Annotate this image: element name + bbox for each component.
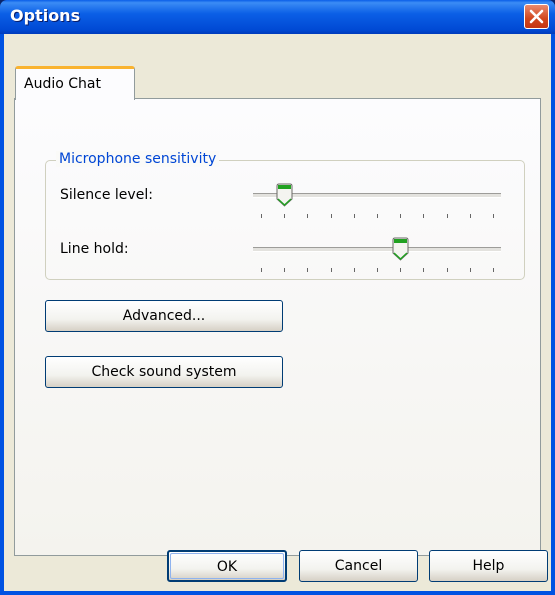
silence-level-slider[interactable]: [253, 181, 501, 221]
slider-tick: [400, 214, 401, 218]
silence-level-label: Silence level:: [60, 187, 153, 203]
line-hold-slider[interactable]: [253, 233, 501, 273]
slider-tick: [470, 268, 471, 272]
slider-tick: [354, 214, 355, 218]
options-dialog: Options Audio Chat Microphone sensitivit…: [0, 0, 555, 595]
slider-tick: [307, 214, 308, 218]
help-button[interactable]: Help: [429, 550, 548, 582]
slider-tick: [423, 268, 424, 272]
slider-tick: [354, 268, 355, 272]
close-button[interactable]: [524, 4, 549, 29]
slider-thumb[interactable]: [276, 183, 293, 207]
ok-button[interactable]: OK: [167, 550, 287, 582]
window-frame-right: [551, 34, 555, 595]
slider-tick: [261, 214, 262, 218]
slider-ticks: [261, 214, 494, 220]
slider-tick: [400, 268, 401, 272]
slider-tick: [493, 214, 494, 218]
slider-tick: [331, 214, 332, 218]
window-frame-bottom: [0, 591, 555, 595]
slider-tick: [447, 214, 448, 218]
slider-thumb[interactable]: [392, 237, 409, 261]
slider-tick: [377, 268, 378, 272]
slider-tick: [331, 268, 332, 272]
slider-tick: [284, 268, 285, 272]
line-hold-label: Line hold:: [60, 241, 129, 257]
slider-ticks: [261, 268, 494, 274]
cancel-button[interactable]: Cancel: [299, 550, 418, 582]
slider-tick: [423, 214, 424, 218]
slider-tick: [447, 268, 448, 272]
close-icon: [529, 9, 544, 24]
slider-tick: [493, 268, 494, 272]
group-label: Microphone sensitivity: [56, 151, 220, 167]
tab-label: Audio Chat: [24, 76, 101, 92]
tab-audio-chat[interactable]: Audio Chat: [15, 66, 135, 100]
dialog-client-area: Audio Chat Microphone sensitivity Silenc…: [4, 34, 551, 591]
slider-tick: [284, 214, 285, 218]
title-bar[interactable]: Options: [0, 0, 555, 34]
slider-tick: [377, 214, 378, 218]
slider-tick: [470, 214, 471, 218]
microphone-sensitivity-group: Microphone sensitivity Silence level: Li…: [45, 151, 525, 280]
advanced-button[interactable]: Advanced...: [45, 300, 283, 332]
slider-tick: [307, 268, 308, 272]
window-title: Options: [10, 6, 81, 25]
slider-tick: [261, 268, 262, 272]
slider-track: [253, 247, 501, 252]
tab-panel-audio-chat: Microphone sensitivity Silence level: Li…: [14, 98, 541, 556]
check-sound-system-button[interactable]: Check sound system: [45, 356, 283, 388]
